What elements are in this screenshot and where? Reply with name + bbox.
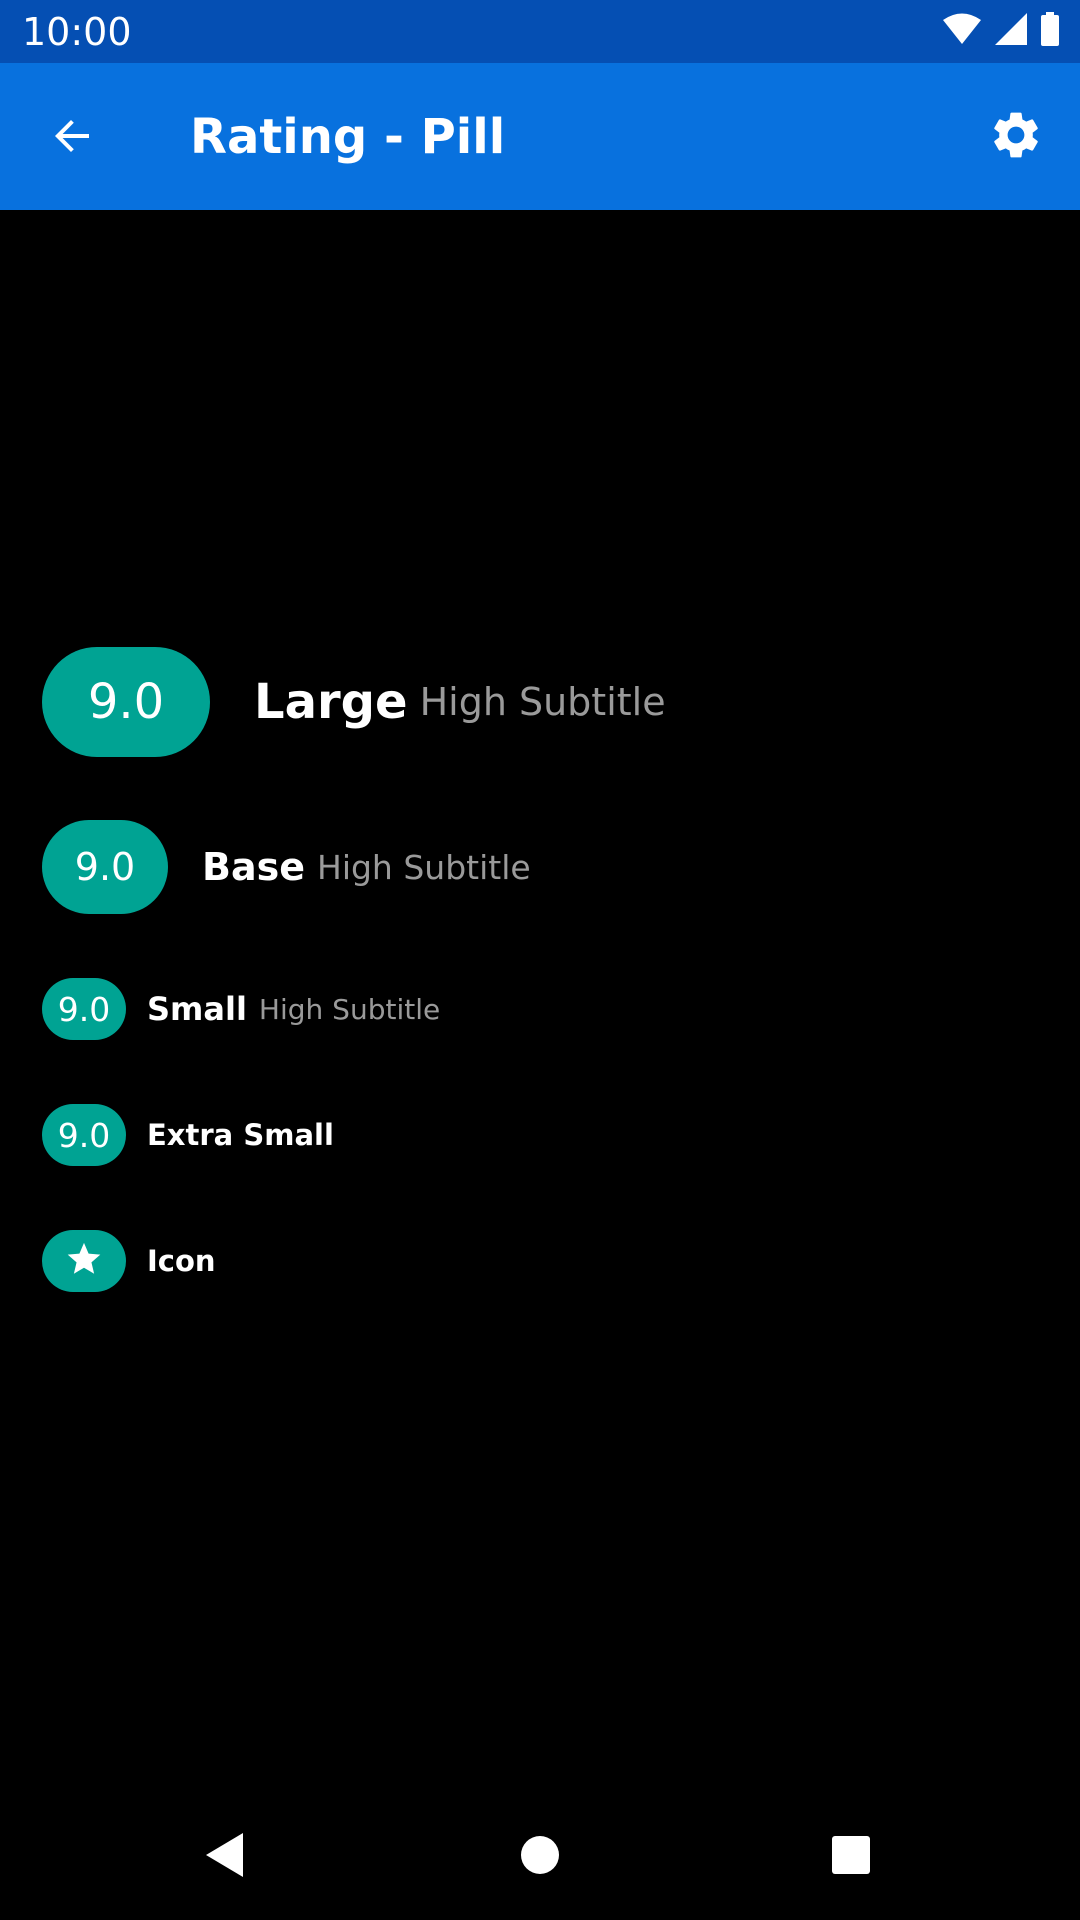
rating-label-extra-small: Extra Small — [147, 1118, 334, 1152]
signal-icon — [994, 12, 1028, 50]
rating-subtitle-small: High Subtitle — [258, 992, 441, 1026]
navigation-bar — [0, 1794, 1080, 1920]
status-bar: 10:00 — [0, 0, 1080, 63]
recents-square-icon — [830, 1834, 872, 1880]
rating-pill-icon — [42, 1230, 126, 1292]
arrow-back-icon — [49, 112, 97, 164]
status-time: 10:00 — [22, 10, 132, 54]
gear-icon — [988, 107, 1044, 167]
rating-row-base: 9.0 Base High Subtitle — [42, 820, 531, 914]
rating-row-large: 9.0 Large High Subtitle — [42, 647, 666, 757]
rating-pill-small: 9.0 — [42, 978, 126, 1040]
nav-home-button[interactable] — [505, 1822, 575, 1892]
nav-recents-button[interactable] — [816, 1822, 886, 1892]
battery-icon — [1040, 12, 1060, 50]
back-button[interactable] — [38, 103, 108, 173]
app-bar: Rating - Pill — [0, 63, 1080, 210]
rating-subtitle-base: High Subtitle — [317, 847, 531, 887]
home-circle-icon — [519, 1834, 561, 1880]
page-title: Rating - Pill — [190, 109, 506, 165]
rating-row-small: 9.0 Small High Subtitle — [42, 978, 440, 1040]
rating-label-base: Base — [202, 845, 305, 889]
rating-pill-base: 9.0 — [42, 820, 168, 914]
rating-label-small: Small — [147, 990, 247, 1028]
star-icon — [65, 1240, 103, 1282]
status-icons — [942, 12, 1060, 50]
rating-row-extra-small: 9.0 Extra Small — [42, 1104, 334, 1166]
rating-pill-large: 9.0 — [42, 647, 210, 757]
settings-button[interactable] — [980, 101, 1052, 173]
nav-back-button[interactable] — [190, 1822, 260, 1892]
back-triangle-icon — [203, 1831, 247, 1883]
rating-pill-extra-small: 9.0 — [42, 1104, 126, 1166]
rating-subtitle-large: High Subtitle — [419, 680, 666, 724]
rating-label-icon: Icon — [147, 1244, 216, 1278]
rating-row-icon: Icon — [42, 1230, 216, 1292]
rating-label-large: Large — [254, 674, 408, 730]
wifi-icon — [942, 13, 982, 49]
screen: 10:00 Rating - Pill 9.0 Large High Subti… — [0, 0, 1080, 1920]
